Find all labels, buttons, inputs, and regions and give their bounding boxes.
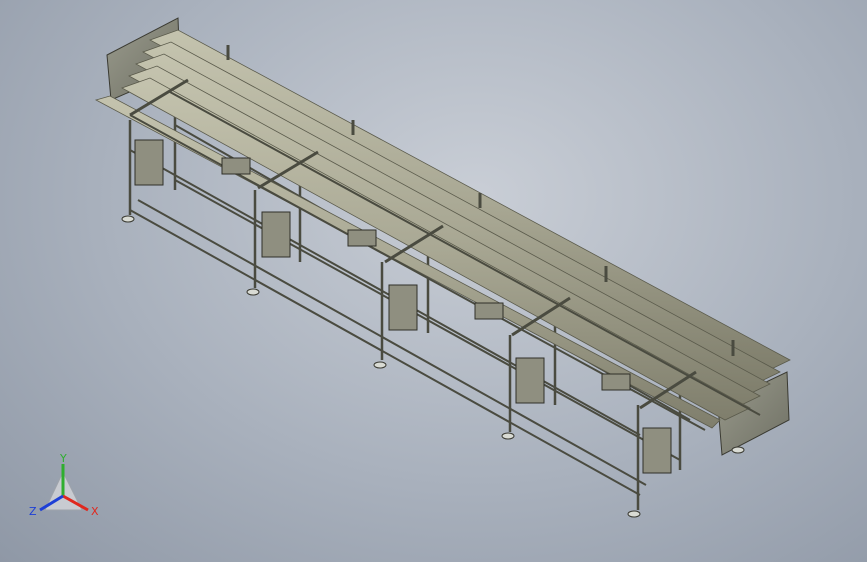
roller-bed [94, 29, 791, 429]
cad-viewport[interactable]: Y X Z [0, 0, 867, 562]
axis-triad: Y X Z [29, 452, 99, 518]
conveyor-model[interactable]: Y X Z [0, 0, 867, 562]
triad-z-label: Z [29, 505, 37, 518]
triad-y-label: Y [59, 452, 67, 465]
triad-x-label: X [91, 505, 99, 518]
